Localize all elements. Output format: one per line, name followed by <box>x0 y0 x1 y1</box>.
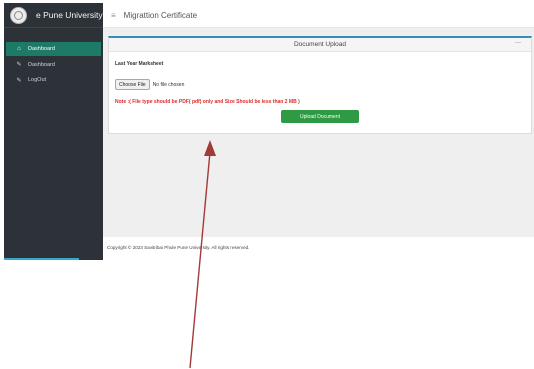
edit-icon: ✎ <box>16 62 22 68</box>
footer-copyright: Copyright © 2023 Savitribai Phule Pune U… <box>107 245 250 250</box>
document-upload-card: Document Upload — Last Year Marksheet Ch… <box>108 36 532 134</box>
sidebar-item-label: Dashboard <box>28 46 55 52</box>
sidebar-brand[interactable]: e Pune University <box>4 3 103 28</box>
menu-toggle-icon[interactable]: ≡ <box>111 11 116 20</box>
edit-icon: ✎ <box>16 77 22 84</box>
sidebar: e Pune University ⌂ Dashboard ✎ Dashboar… <box>4 3 103 260</box>
sidebar-item-label: Dashboard <box>28 61 55 68</box>
file-status-text: No file chosen <box>152 81 185 88</box>
file-input[interactable]: Choose File No file chosen <box>115 79 184 90</box>
sidebar-item-logout[interactable]: ✎ LogOut <box>4 73 103 87</box>
top-header: ≡ Migrattion Certificate <box>103 3 534 28</box>
file-note: Note :( File type should be PDF( pdf) on… <box>115 99 300 105</box>
home-icon: ⌂ <box>17 46 21 52</box>
sidebar-item-dashboard[interactable]: ✎ Dashboard <box>4 58 103 72</box>
sidebar-scroll-indicator <box>4 258 79 260</box>
collapse-icon[interactable]: — <box>515 40 521 46</box>
sidebar-item-label: LogOut <box>28 77 47 83</box>
sidebar-item-dashboard-active[interactable]: ⌂ Dashboard <box>6 42 101 56</box>
card-title: Document Upload <box>293 41 347 48</box>
university-logo <box>10 6 27 24</box>
upload-document-button[interactable]: Upload Document <box>281 110 359 123</box>
card-header: Document Upload — <box>109 38 531 52</box>
marksheet-label: Last Year Marksheet <box>115 61 164 67</box>
main-content: Document Upload — Last Year Marksheet Ch… <box>103 28 534 237</box>
sidebar-nav: ⌂ Dashboard ✎ Dashboard ✎ LogOut <box>4 42 103 87</box>
choose-file-button[interactable]: Choose File <box>115 79 150 90</box>
page-title: Migrattion Certificate <box>123 10 198 20</box>
brand-name: e Pune University <box>36 10 103 20</box>
